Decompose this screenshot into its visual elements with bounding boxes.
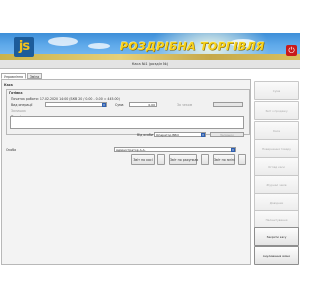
receipt-input	[213, 102, 243, 107]
sidebar-button-cash[interactable]: Каса	[254, 121, 299, 140]
operation-type-select[interactable]: ▾	[45, 102, 107, 107]
operation-type-label: Вид операції	[11, 103, 33, 107]
check-balance-input: Залишок	[210, 132, 244, 137]
shift-report-button[interactable]: Звіт по зміні	[213, 154, 235, 165]
sidebar-button-sales-report[interactable]: Звіт з продажу	[254, 101, 299, 120]
banner-cloud	[48, 37, 78, 46]
window-title: Каса №1 (розділ №)	[0, 60, 300, 69]
check-balance-label: Залишок	[220, 133, 235, 137]
amount-label: Сума	[115, 103, 124, 107]
sidebar-button-sum[interactable]: Сума	[254, 81, 299, 100]
chevron-down-icon: ▾	[102, 103, 106, 107]
cash-report-button[interactable]: Звіт по касі	[131, 154, 155, 165]
shift-info: Початок роботи: 17.02.2020 14:00 (БКВ 20…	[11, 97, 120, 101]
accounts-report-button[interactable]: Звіт по рахунках	[169, 154, 198, 165]
balance-label: Залишок	[11, 109, 26, 113]
group-title: Готівка	[9, 91, 23, 95]
cash-report-option-button[interactable]	[157, 154, 165, 165]
power-icon[interactable]: ⏻	[286, 45, 297, 56]
responsible-value: Оператор ББО	[156, 133, 179, 137]
chevron-down-icon: ▾	[201, 133, 205, 137]
shift-report-option-button[interactable]	[238, 154, 246, 165]
brand-title: РОЗДРІБНА ТОРГІВЛЯ	[120, 40, 265, 53]
note-textarea[interactable]	[10, 116, 244, 129]
section-label: Каса	[4, 83, 13, 87]
amount-input[interactable]: 0.00	[129, 102, 157, 107]
close-register-button[interactable]: Закрити касу	[254, 227, 299, 246]
banner-cloud	[88, 43, 110, 49]
app-logo: js	[14, 37, 34, 57]
action-sidebar: Сума Звіт з продажу Каса Повернення това…	[254, 79, 299, 265]
amount-value: 0.00	[148, 103, 155, 107]
person-label: Особа	[6, 148, 17, 152]
sidebar-button-return[interactable]: Повернення товару	[254, 139, 299, 158]
chevron-down-icon: ▾	[231, 148, 235, 152]
main-panel: Каса Готівка Початок роботи: 17.02.2020 …	[1, 79, 251, 265]
responsible-select[interactable]: Оператор ББО ▾	[154, 132, 206, 137]
responsible-label: Від особи	[137, 133, 153, 137]
sidebar-button-cash-review[interactable]: Огляд каси	[254, 157, 299, 176]
receipt-label: За чеком	[177, 103, 193, 107]
person-value: Адміністратор А.А.	[116, 148, 146, 152]
cancel-shift-button[interactable]: Анулювання зміни	[254, 246, 299, 265]
sidebar-button-receipt-log[interactable]: Журнал чеків	[254, 175, 299, 194]
person-select[interactable]: Адміністратор А.А. ▾	[114, 147, 236, 152]
accounts-report-option-button[interactable]	[201, 154, 209, 165]
